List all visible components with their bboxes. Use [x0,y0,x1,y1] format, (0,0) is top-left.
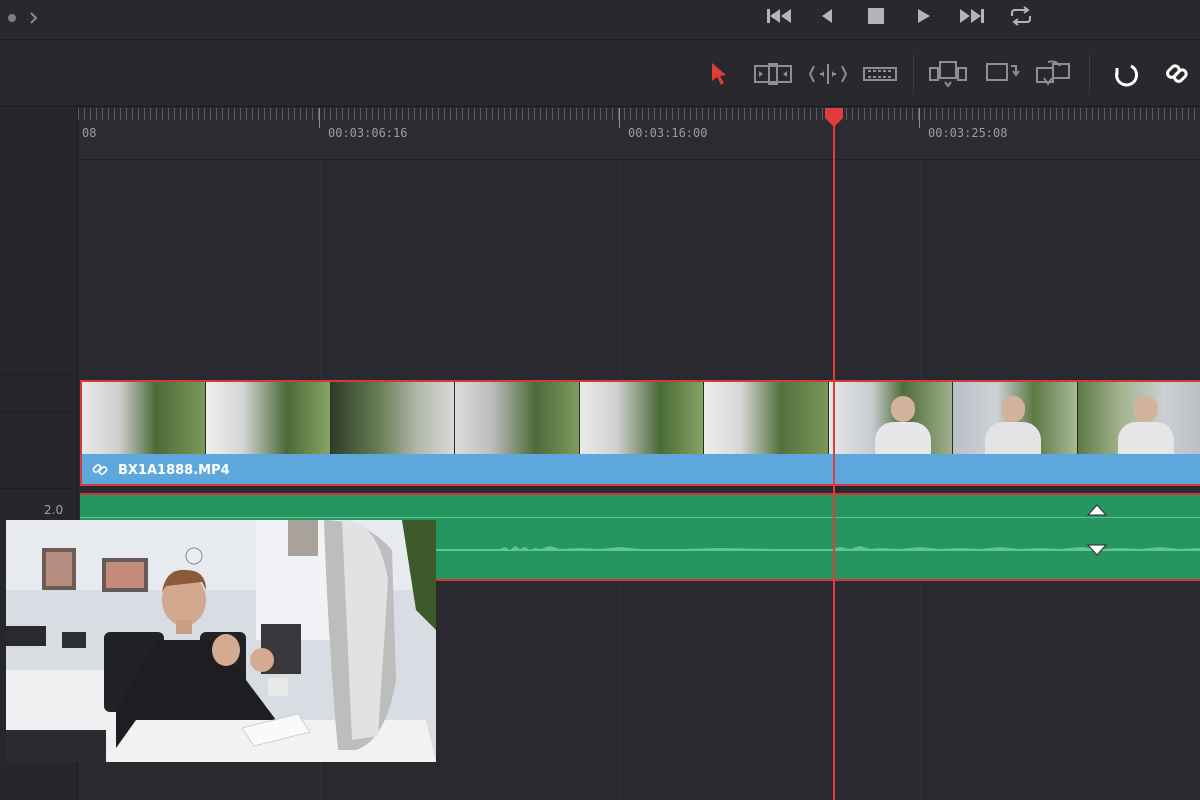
transport-bar [0,0,1200,40]
person-shirt [874,422,931,454]
webcam-overlay [6,520,436,762]
audio-level-label: 2.0 [44,503,64,517]
clip-thumbnail [330,382,456,454]
clip-thumbnail [828,382,954,454]
person-shirt [1117,422,1174,454]
skip-to-start-icon[interactable] [764,6,794,26]
trim-edit-icon[interactable] [752,62,794,86]
skip-to-end-icon[interactable] [957,6,987,26]
clip-name-bar[interactable] [82,454,1200,484]
link-icon [92,464,108,475]
person-face [1001,396,1026,422]
clip-thumbnail [704,382,829,454]
blade-tool-icon[interactable] [862,64,898,84]
clip-thumbnail [579,382,705,454]
overwrite-clip-icon[interactable] [984,60,1020,88]
selection-tool-icon[interactable] [708,61,730,87]
clip-thumbnails [82,382,1200,454]
loop-icon[interactable] [1008,5,1034,27]
toolbar-divider [1089,54,1090,94]
track-header-divider [0,374,78,375]
ruler-timecode: 00:03:06:16 [328,126,408,140]
clip-thumbnail [455,382,580,454]
track-header-divider [0,488,78,489]
play-icon[interactable] [914,6,934,26]
toolbar-divider [913,54,914,94]
person-face [890,396,915,422]
dynamic-trim-icon[interactable] [808,62,848,86]
playhead-line[interactable] [833,112,835,800]
video-clip[interactable]: BX1A1888.MP4 [80,380,1200,486]
ruler-timecode: 08 [82,126,97,140]
clip-thumbnail [953,382,1078,454]
snapping-icon[interactable] [1110,60,1140,88]
ruler-timecode: 00:03:16:00 [628,126,708,140]
volume-up-handle-icon[interactable] [1086,503,1108,517]
playhead-handle-icon[interactable] [823,108,845,128]
volume-down-handle-icon[interactable] [1086,543,1108,557]
insert-clip-icon[interactable] [928,60,968,88]
previous-frame-icon[interactable] [818,6,838,26]
clip-thumbnail [82,382,207,454]
person-face [1133,396,1158,422]
ruler-timecode: 00:03:25:08 [928,126,1008,140]
linked-selection-icon[interactable] [1162,60,1192,88]
clip-name: BX1A1888.MP4 [118,463,230,478]
replace-clip-icon[interactable] [1034,60,1074,88]
stop-icon[interactable] [866,6,886,26]
clip-thumbnail [206,382,331,454]
track-header-divider [0,411,78,412]
ruler-ticks [78,108,1200,128]
audio-volume-line[interactable] [80,517,1200,518]
breadcrumb-chevron-icon[interactable] [6,9,46,29]
edit-toolbar [0,40,1200,107]
webcam-image [6,520,436,762]
person-shirt [985,422,1042,454]
clip-thumbnail [1077,382,1200,454]
